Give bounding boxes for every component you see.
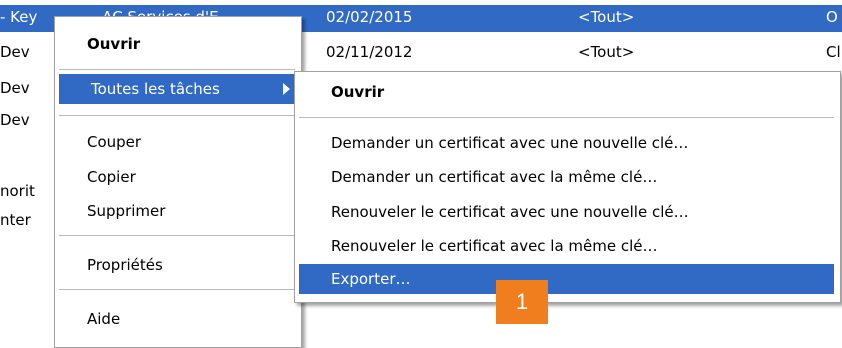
- cert-expiry-date: 02/02/2015: [326, 8, 413, 26]
- menu-item-properties[interactable]: Propriétés: [55, 250, 301, 280]
- cert-purpose: <Tout>: [578, 43, 635, 61]
- menu-separator: [59, 69, 295, 70]
- cert-name-text: - Key: [0, 8, 38, 26]
- submenu-item-request-new-key[interactable]: Demander un certificat avec une nouvelle…: [299, 128, 831, 158]
- menu-separator: [59, 115, 295, 116]
- step-callout-badge: 1: [496, 280, 548, 324]
- all-tasks-submenu: Ouvrir Demander un certificat avec une n…: [294, 71, 841, 303]
- cert-purpose: <Tout>: [578, 8, 635, 26]
- submenu-arrow-icon: [283, 83, 290, 95]
- cert-name: norit: [0, 182, 35, 200]
- menu-item-delete[interactable]: Supprimer: [55, 196, 301, 226]
- cert-expiry-date: 02/11/2012: [326, 43, 413, 61]
- menu-separator: [299, 117, 834, 118]
- cert-column-truncated: O: [826, 8, 838, 26]
- cert-name: nter: [0, 211, 31, 229]
- submenu-item-export[interactable]: Exporter…: [299, 264, 834, 294]
- cert-name: Dev: [0, 43, 30, 61]
- cert-name: Dev: [0, 111, 30, 129]
- context-menu: Ouvrir Toutes les tâches Couper Copier S…: [54, 16, 302, 348]
- menu-item-all-tasks-label: Toutes les tâches: [91, 80, 220, 98]
- cert-name: Dev: [0, 79, 30, 97]
- submenu-item-open[interactable]: Ouvrir: [299, 77, 831, 107]
- menu-separator: [59, 289, 295, 290]
- cert-column-truncated: Cl: [826, 43, 841, 61]
- menu-item-all-tasks[interactable]: Toutes les tâches: [59, 74, 297, 104]
- menu-separator: [59, 235, 295, 236]
- menu-item-cut[interactable]: Couper: [55, 127, 301, 157]
- submenu-item-renew-new-key[interactable]: Renouveler le certificat avec une nouvel…: [299, 197, 831, 227]
- submenu-item-renew-same-key[interactable]: Renouveler le certificat avec la même cl…: [299, 231, 831, 261]
- menu-item-open[interactable]: Ouvrir: [55, 29, 301, 59]
- menu-item-copy[interactable]: Copier: [55, 162, 301, 192]
- menu-item-help[interactable]: Aide: [55, 304, 301, 334]
- submenu-item-request-same-key[interactable]: Demander un certificat avec la même clé…: [299, 162, 831, 192]
